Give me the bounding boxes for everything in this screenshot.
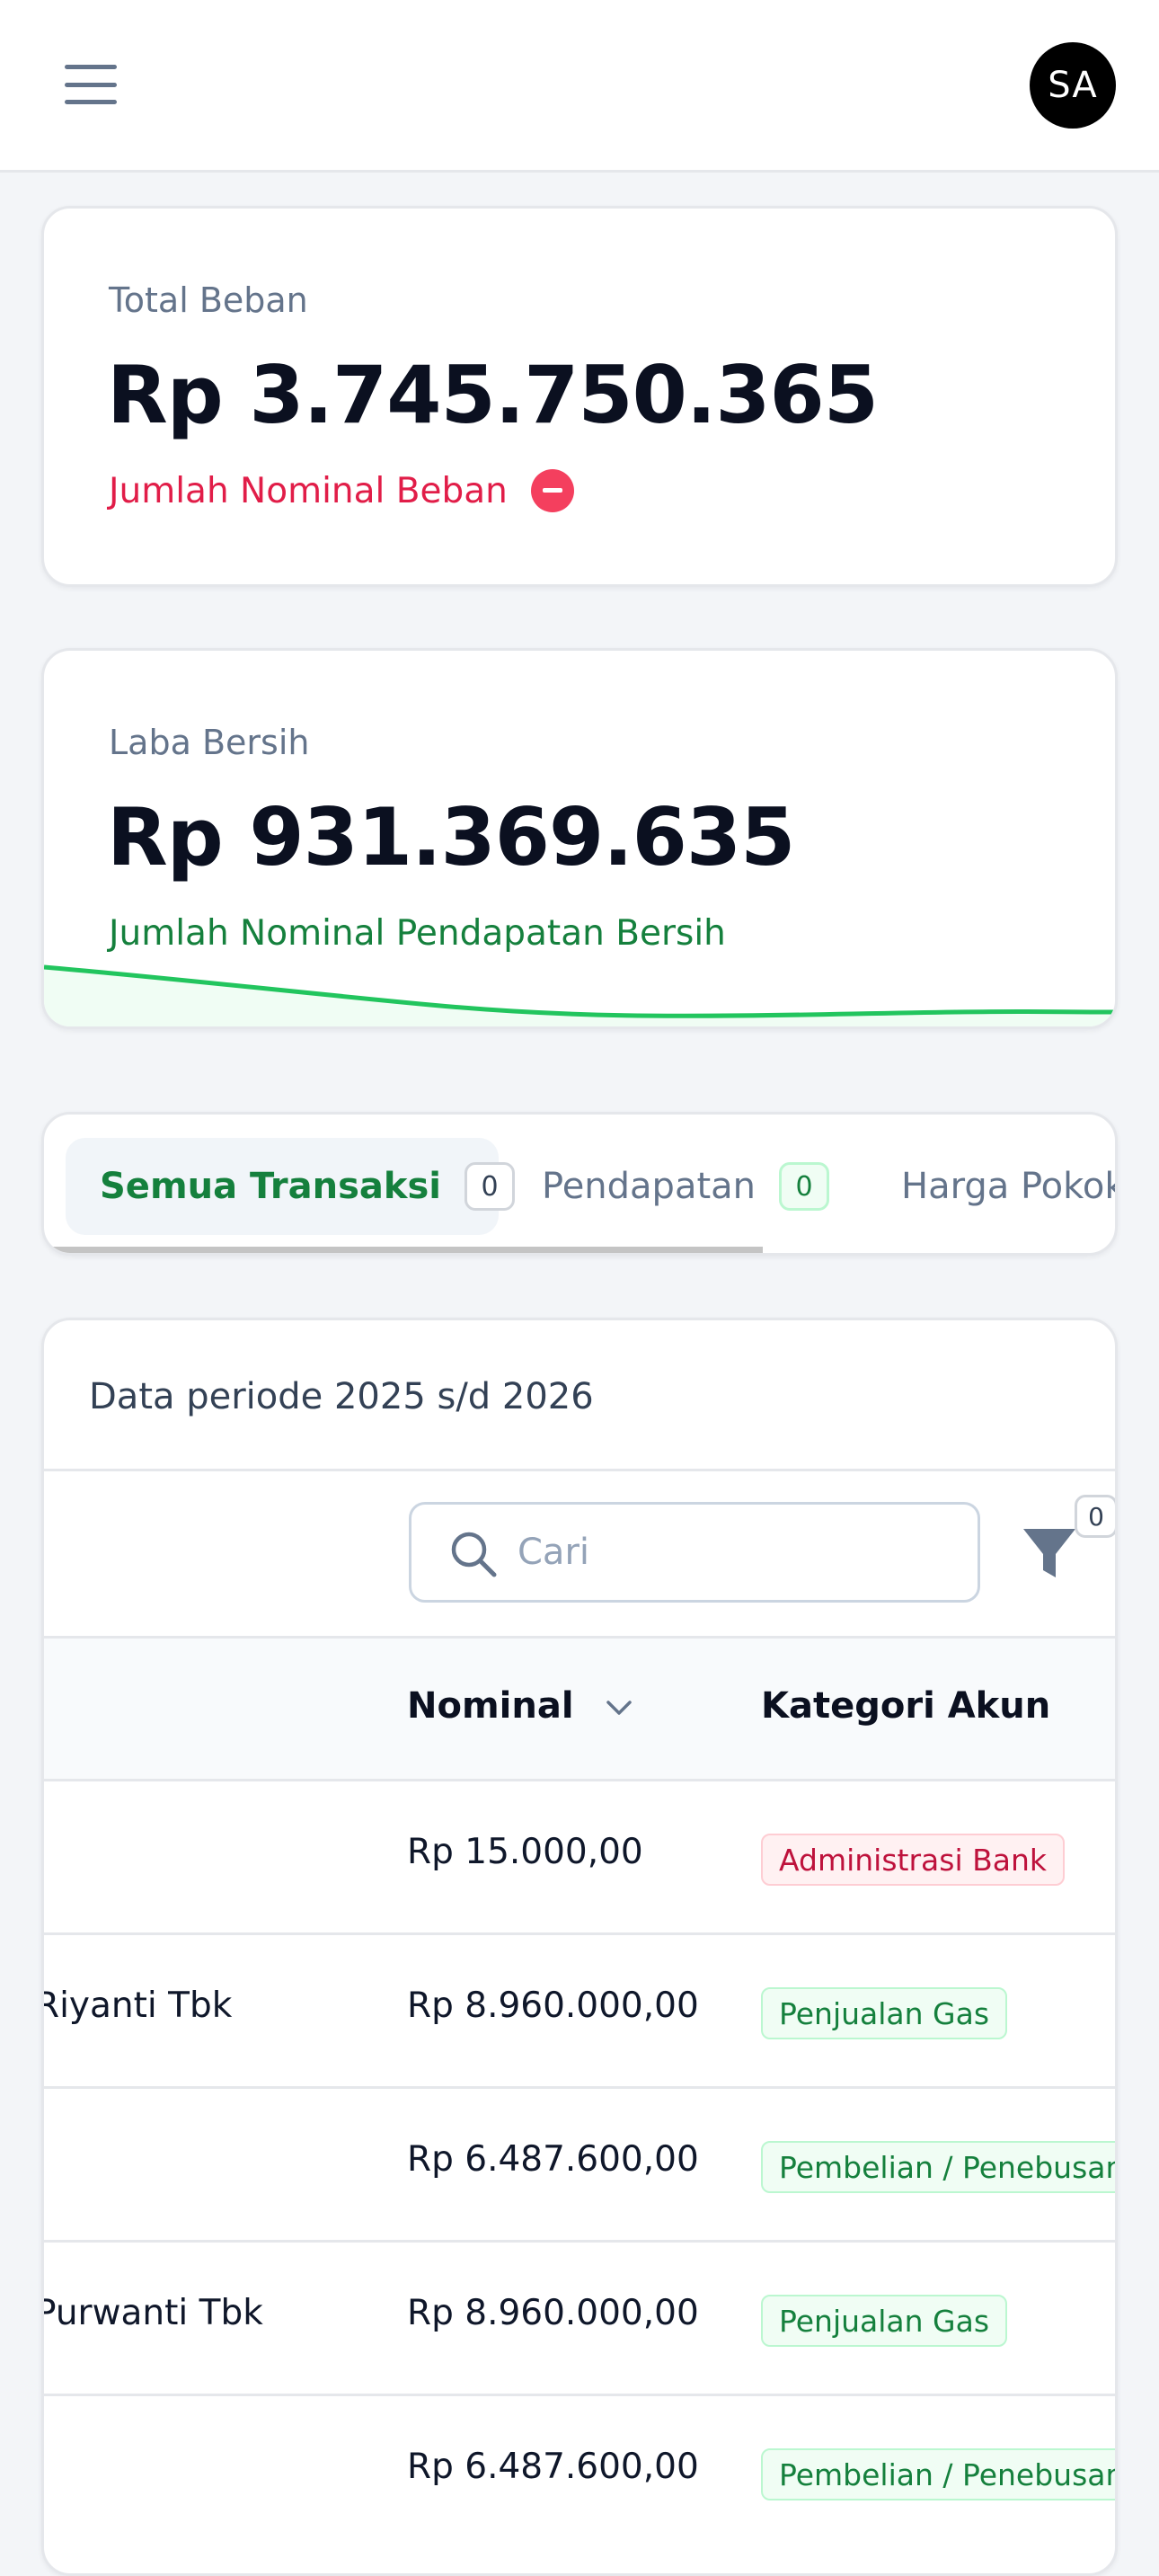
filter-count-badge: 0 — [1075, 1495, 1115, 1538]
tab-pendapatan[interactable]: Pendapatan 0 — [542, 1138, 830, 1235]
chevron-down-icon — [606, 1701, 633, 1715]
cell-name: Riyanti Tbk — [41, 1985, 233, 2026]
tab-semua-transaksi[interactable]: Semua Transaksi 0 — [66, 1138, 516, 1235]
table-header: Nominal Kategori Akun — [44, 1639, 1115, 1784]
menu-line — [65, 100, 117, 104]
total-beban-label: Total Beban — [109, 280, 308, 320]
table-row[interactable]: Rp 6.487.600,00 Pembelian / Penebusan — [44, 2394, 1115, 2547]
tabs-scrollbar[interactable] — [44, 1247, 763, 1253]
cell-nominal: Rp 8.960.000,00 — [407, 2293, 699, 2333]
hamburger-menu-icon[interactable] — [65, 65, 117, 104]
table-row[interactable]: Purwanti Tbk Rp 8.960.000,00 Penjualan G… — [44, 2240, 1115, 2394]
category-badge: Penjualan Gas — [761, 2295, 1008, 2347]
period-text: Data periode 2025 s/d 2026 — [89, 1376, 594, 1417]
transactions-table-card: Data periode 2025 s/d 2026 0 Nominal Kat… — [41, 1318, 1118, 2576]
total-beban-subtitle-row: Jumlah Nominal Beban — [109, 468, 575, 515]
laba-bersih-label: Laba Bersih — [109, 723, 310, 762]
tab-count-badge: 0 — [779, 1162, 830, 1211]
laba-bersih-card: Laba Bersih Rp 931.369.635 Jumlah Nomina… — [41, 648, 1118, 1029]
laba-bersih-value: Rp 931.369.635 — [107, 791, 795, 884]
cell-nominal: Rp 15.000,00 — [407, 1832, 643, 1872]
divider — [44, 1469, 1115, 1471]
table-row[interactable]: Riyanti Tbk Rp 8.960.000,00 Penjualan Ga… — [44, 1932, 1115, 2086]
menu-line — [65, 82, 117, 87]
minus-circle-icon — [531, 468, 575, 512]
laba-bersih-subtitle: Jumlah Nominal Pendapatan Bersih — [109, 913, 726, 954]
tab-label: Pendapatan — [542, 1166, 756, 1207]
search-box[interactable] — [409, 1502, 980, 1603]
column-header-kategori-akun[interactable]: Kategori Akun — [761, 1685, 1050, 1727]
transaction-tabs: Semua Transaksi 0 Pendapatan 0 Harga Pok… — [41, 1112, 1118, 1256]
category-badge: Penjualan Gas — [761, 1987, 1008, 2039]
laba-sparkline — [44, 964, 1115, 1026]
table-row[interactable]: Rp 6.487.600,00 Pembelian / Penebusan — [44, 2086, 1115, 2240]
column-header-nominal[interactable]: Nominal — [407, 1685, 633, 1727]
cell-name: Purwanti Tbk — [41, 2293, 263, 2333]
category-badge: Pembelian / Penebusan — [761, 2448, 1115, 2500]
search-input[interactable] — [518, 1523, 949, 1582]
user-avatar[interactable]: SA — [1030, 42, 1116, 129]
table-row[interactable]: Rp 15.000,00 Administrasi Bank — [44, 1779, 1115, 1932]
total-beban-value: Rp 3.745.750.365 — [107, 349, 879, 441]
menu-line — [65, 65, 117, 69]
category-badge: Administrasi Bank — [761, 1834, 1065, 1886]
tab-label: Semua Transaksi — [100, 1166, 442, 1207]
category-badge: Pembelian / Penebusan — [761, 2141, 1115, 2193]
search-icon — [451, 1532, 497, 1577]
column-label: Kategori Akun — [761, 1685, 1051, 1727]
top-app-bar: SA — [0, 0, 1159, 173]
filter-icon[interactable] — [1022, 1523, 1077, 1583]
tab-harga-pokok[interactable]: Harga Pokok — [901, 1138, 1118, 1235]
cell-nominal: Rp 8.960.000,00 — [407, 1985, 699, 2026]
cell-nominal: Rp 6.487.600,00 — [407, 2139, 699, 2180]
column-label: Nominal — [407, 1685, 574, 1727]
total-beban-subtitle: Jumlah Nominal Beban — [109, 471, 508, 511]
tab-label: Harga Pokok — [901, 1166, 1118, 1207]
total-beban-card: Total Beban Rp 3.745.750.365 Jumlah Nomi… — [41, 206, 1118, 587]
cell-nominal: Rp 6.487.600,00 — [407, 2447, 699, 2487]
tab-count-badge: 0 — [464, 1162, 516, 1211]
